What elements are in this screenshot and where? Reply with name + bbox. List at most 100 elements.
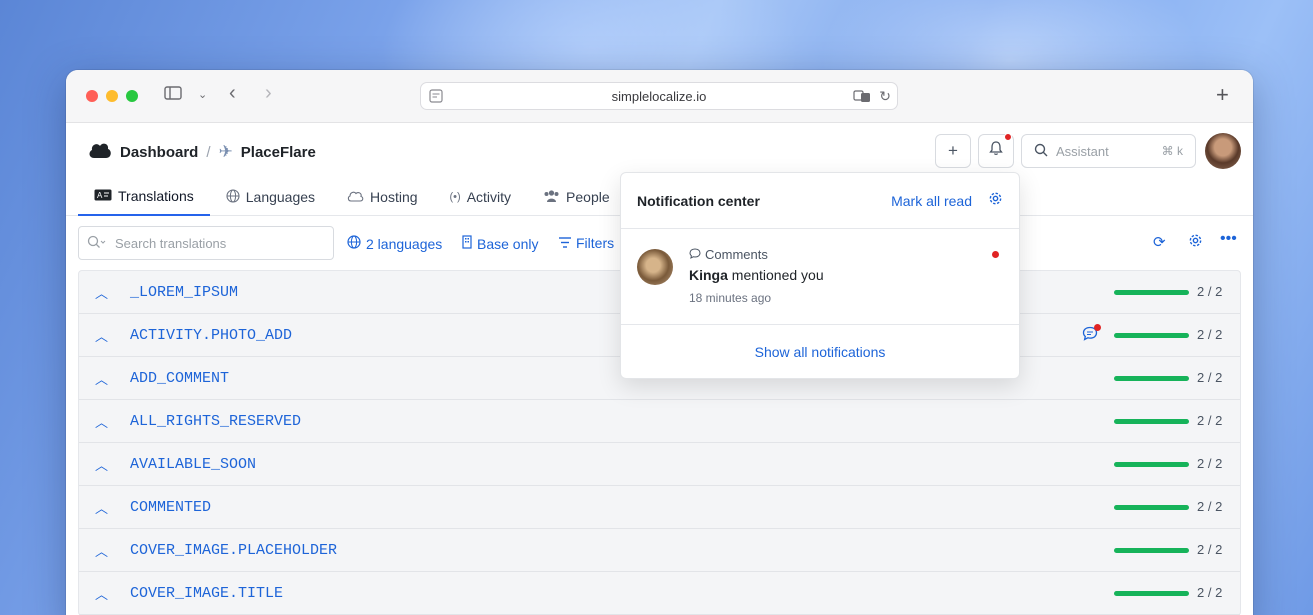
progress-count: 2 / 2 (1197, 542, 1223, 557)
sidebar-toggle-icon[interactable] (164, 86, 182, 103)
progress-bar (1114, 462, 1189, 467)
notification-settings-icon[interactable] (988, 191, 1003, 210)
new-tab-icon[interactable]: + (1216, 82, 1229, 108)
table-row[interactable]: ︿ COMMENTED 2 / 2 (79, 486, 1240, 529)
filters-label: Filters (576, 235, 615, 251)
unread-badge (1004, 133, 1012, 141)
base-only-button[interactable]: Base only (462, 235, 538, 252)
show-all-notifications-link[interactable]: Show all notifications (621, 325, 1019, 379)
cloud-logo-icon (88, 141, 112, 163)
tab-label: Languages (245, 189, 316, 205)
chevron-up-icon[interactable]: ︿ (95, 283, 111, 302)
tab-label: Activity (466, 189, 512, 205)
tab-translations[interactable]: A Translations (78, 178, 210, 216)
mark-all-read-button[interactable]: Mark all read (891, 193, 972, 209)
keyboard-shortcut: ⌘ k (1161, 144, 1183, 158)
globe-icon (347, 235, 361, 252)
comment-unread-badge (1094, 324, 1101, 331)
back-icon[interactable]: ‹ (229, 82, 236, 105)
chevron-up-icon[interactable]: ︿ (95, 326, 111, 345)
chevron-up-icon[interactable]: ︿ (95, 541, 111, 560)
maximize-window-button[interactable] (126, 90, 138, 102)
assistant-placeholder: Assistant (1056, 143, 1109, 159)
progress-count: 2 / 2 (1197, 499, 1223, 514)
breadcrumb: Dashboard / ✈ PlaceFlare (88, 141, 316, 163)
search-icon (1034, 143, 1048, 160)
globe-icon (226, 188, 240, 206)
translation-key[interactable]: COVER_IMAGE.PLACEHOLDER (130, 542, 337, 559)
minimize-window-button[interactable] (106, 90, 118, 102)
url-text: simplelocalize.io (611, 88, 707, 104)
notification-category-label: Comments (705, 247, 768, 262)
progress-count: 2 / 2 (1197, 413, 1223, 428)
notification-center-popover: Notification center Mark all read Commen… (620, 172, 1020, 379)
search-translations-input[interactable]: Search translations (78, 226, 334, 260)
notification-time: 18 minutes ago (689, 291, 772, 305)
address-bar[interactable]: simplelocalize.io ↻ (420, 82, 898, 110)
notification-item[interactable]: Comments Kinga mentioned you 18 minutes … (621, 229, 1019, 325)
gear-icon[interactable] (1188, 233, 1203, 252)
tab-activity[interactable]: (•) Activity (434, 178, 528, 216)
building-icon (462, 235, 472, 252)
notification-text: mentioned you (731, 267, 824, 283)
breadcrumb-separator: / (206, 143, 211, 161)
chevron-up-icon[interactable]: ︿ (95, 455, 111, 474)
chevron-up-icon[interactable]: ︿ (95, 369, 111, 388)
translation-key[interactable]: _LOREM_IPSUM (130, 284, 238, 301)
user-avatar[interactable] (1205, 133, 1241, 169)
translation-key[interactable]: ACTIVITY.PHOTO_ADD (130, 327, 292, 344)
notification-message: Kinga mentioned you (689, 267, 824, 283)
progress-bar (1114, 505, 1189, 510)
forward-icon[interactable]: › (265, 82, 272, 105)
notification-center-title: Notification center (637, 192, 760, 209)
notification-center-header: Notification center Mark all read (621, 173, 1019, 229)
filters-button[interactable]: Filters (559, 235, 614, 251)
activity-icon: (•) (449, 191, 461, 203)
chevron-up-icon[interactable]: ︿ (95, 498, 111, 517)
tab-languages[interactable]: Languages (210, 178, 331, 216)
main-tabs: A Translations Languages Hosting (•) Act… (78, 178, 626, 216)
translation-key[interactable]: ADD_COMMENT (130, 370, 229, 387)
progress-bar (1114, 333, 1189, 338)
translate-icon[interactable] (853, 89, 871, 106)
airplane-icon: ✈ (218, 142, 233, 161)
refresh-icon[interactable]: ⟳ (1153, 233, 1166, 251)
table-row[interactable]: ︿ COVER_IMAGE.PLACEHOLDER 2 / 2 (79, 529, 1240, 572)
translation-key[interactable]: COMMENTED (130, 499, 211, 516)
tab-people[interactable]: People (527, 178, 626, 216)
window-controls (86, 90, 138, 102)
chevron-up-icon[interactable]: ︿ (95, 584, 111, 603)
progress-bar (1114, 591, 1189, 596)
progress-bar (1114, 290, 1189, 295)
progress-count: 2 / 2 (1197, 585, 1223, 600)
notification-category: Comments (689, 247, 768, 262)
table-row[interactable]: ︿ ALL_RIGHTS_RESERVED 2 / 2 (79, 400, 1240, 443)
translation-key[interactable]: ALL_RIGHTS_RESERVED (130, 413, 301, 430)
svg-text:A: A (97, 191, 103, 200)
reload-icon[interactable]: ↻ (879, 88, 891, 105)
filter-icon (559, 235, 571, 251)
translation-key[interactable]: AVAILABLE_SOON (130, 456, 256, 473)
table-row[interactable]: ︿ COVER_IMAGE.TITLE 2 / 2 (79, 572, 1240, 615)
translation-key[interactable]: COVER_IMAGE.TITLE (130, 585, 283, 602)
progress-bar (1114, 419, 1189, 424)
notifications-button[interactable] (978, 133, 1014, 168)
table-row[interactable]: ︿ AVAILABLE_SOON 2 / 2 (79, 443, 1240, 486)
unread-indicator (992, 251, 999, 258)
people-icon (543, 189, 560, 205)
chevron-up-icon[interactable]: ︿ (95, 412, 111, 431)
assistant-search[interactable]: Assistant ⌘ k (1021, 134, 1196, 168)
languages-filter-button[interactable]: 2 languages (347, 235, 442, 252)
tab-label: Hosting (370, 189, 418, 205)
page-settings-icon[interactable] (429, 89, 443, 106)
more-options-icon[interactable]: ••• (1220, 230, 1237, 248)
chevron-down-icon[interactable]: ⌄ (198, 88, 207, 101)
breadcrumb-project[interactable]: PlaceFlare (241, 144, 316, 161)
progress-bar (1114, 548, 1189, 553)
add-button[interactable]: + (935, 134, 971, 168)
cloud-icon (347, 190, 364, 205)
breadcrumb-dashboard[interactable]: Dashboard (120, 144, 198, 161)
tab-label: Translations (118, 188, 194, 204)
close-window-button[interactable] (86, 90, 98, 102)
tab-hosting[interactable]: Hosting (331, 178, 433, 216)
